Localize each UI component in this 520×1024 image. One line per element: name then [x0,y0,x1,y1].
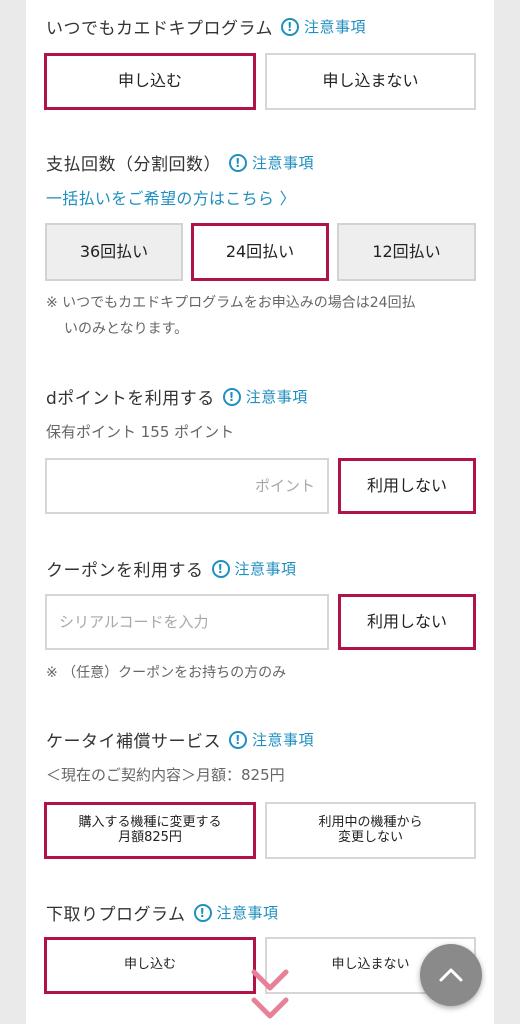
insurance-current-contract: ＜現在のご契約内容＞月額：825円 [46,766,285,784]
program-notice-link[interactable]: ! 注意事項 [281,16,366,37]
dpoint-not-use-button[interactable]: 利用しない [338,458,476,514]
installments-notice-label: 注意事項 [252,154,315,172]
tradein-title: 下取りプログラム [46,905,186,925]
insurance-change-price: 月額825円 [118,829,182,845]
insurance-notice-link[interactable]: ! 注意事項 [229,729,314,750]
installments-heading: 支払回数（分割回数） ! 注意事項 [46,150,314,175]
coupon-notice-label: 注意事項 [234,560,297,578]
insurance-heading: ケータイ補償サービス ! 注意事項 [46,727,314,752]
installments-note-line1: ※ いつでもカエドキプログラムをお申込みの場合は24回払 [46,295,416,311]
double-chevron-down-icon [251,969,289,1019]
dpoint-notice-label: 注意事項 [245,388,308,406]
insurance-change-label: 購入する機種に変更する [78,814,222,830]
chevron-up-icon [439,968,463,982]
coupon-title: クーポンを利用する [46,561,204,581]
info-circle-icon: ! [281,17,299,36]
scroll-to-top-button[interactable] [420,944,482,1006]
program-title: いつでもカエドキプログラム [46,19,273,39]
dpoint-notice-link[interactable]: ! 注意事項 [222,386,308,407]
program-apply-button[interactable]: 申し込む [44,53,256,110]
installments-notice-link[interactable]: ! 注意事項 [229,152,314,173]
installments-note-line2: いのみとなります。 [64,321,189,337]
coupon-not-use-button[interactable]: 利用しない [338,594,476,650]
tradein-heading: 下取りプログラム ! 注意事項 [46,900,279,925]
insurance-notice-label: 注意事項 [252,731,315,749]
installments-title: 支払回数（分割回数） [46,155,221,175]
installment-24-button[interactable]: 24回払い [191,223,329,281]
dpoint-heading: dポイントを利用する ! 注意事項 [46,384,308,409]
tradein-notice-label: 注意事項 [216,904,279,922]
info-circle-icon: ! [211,559,230,578]
info-circle-icon: ! [222,387,241,406]
dpoint-title: dポイントを利用する [46,389,215,409]
program-heading: いつでもカエドキプログラム ! 注意事項 [46,14,366,39]
info-circle-icon: ! [193,903,212,922]
installment-12-button[interactable]: 12回払い [337,223,476,281]
installment-36-button[interactable]: 36回払い [45,223,183,281]
insurance-change-button[interactable]: 購入する機種に変更する 月額825円 [44,802,256,859]
coupon-notice-link[interactable]: ! 注意事項 [211,558,297,579]
info-circle-icon: ! [229,730,247,749]
tradein-notice-link[interactable]: ! 注意事項 [193,902,279,923]
installments-note: ※ いつでもカエドキプログラムをお申込みの場合は24回払 いのみとなります。 [46,292,476,340]
program-notice-label: 注意事項 [304,18,367,36]
insurance-keep-label2: 変更しない [337,829,403,845]
info-circle-icon: ! [229,153,247,172]
coupon-heading: クーポンを利用する ! 注意事項 [46,556,297,581]
coupon-note: ※ （任意）クーポンをお持ちの方のみ [46,665,287,681]
dpoint-balance: 保有ポイント 155 ポイント [46,423,235,441]
insurance-keep-label1: 利用中の機種から [318,814,423,830]
insurance-title: ケータイ補償サービス [46,732,221,752]
lump-sum-link[interactable]: 一括払いをご希望の方はこちら 〉 [46,185,296,209]
coupon-serial-input[interactable] [45,594,329,650]
dpoint-amount-input[interactable] [45,458,329,514]
insurance-keep-button[interactable]: 利用中の機種から 変更しない [265,802,476,859]
program-decline-button[interactable]: 申し込まない [265,53,476,110]
tradein-apply-button[interactable]: 申し込む [44,937,256,994]
